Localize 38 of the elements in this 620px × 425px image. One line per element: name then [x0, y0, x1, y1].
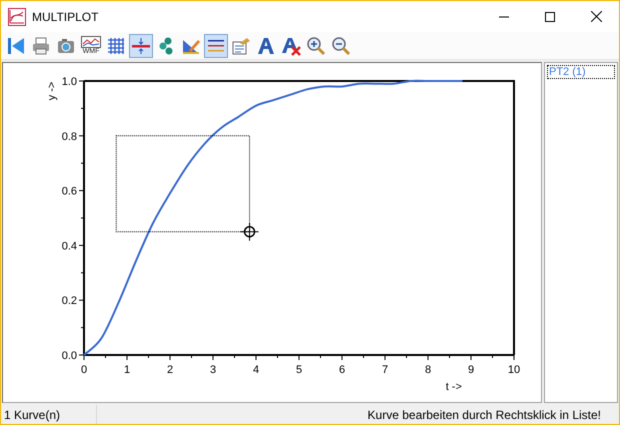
- window-title: MULTIPLOT: [32, 10, 100, 24]
- status-curve-count: 1 Kurve(n): [1, 405, 97, 424]
- properties-icon: [231, 36, 251, 56]
- x-tick-label: 5: [296, 364, 302, 376]
- curve-list-item[interactable]: PT2 (1): [547, 65, 615, 79]
- app-icon: [8, 8, 26, 26]
- x-tick-label: 3: [210, 364, 216, 376]
- y-tick-label: 0.8: [62, 130, 77, 143]
- y-tick-label: 0.4: [62, 240, 77, 252]
- x-axis-label: t ->: [446, 381, 462, 393]
- y-tick-label: 1.0: [62, 76, 77, 88]
- x-tick-label: 9: [468, 364, 474, 376]
- x-tick-label: 4: [252, 364, 260, 376]
- font-icon: [256, 36, 276, 56]
- close-icon: [590, 11, 602, 22]
- x-tick-label: 1: [124, 364, 130, 376]
- x-tick-label: 6: [338, 364, 346, 376]
- x-tick-label: 10: [508, 364, 520, 376]
- font-delete-icon: [281, 36, 301, 56]
- back-arrow-icon: [6, 36, 26, 56]
- x-tick-label: 0: [80, 364, 88, 376]
- toolbar-button[interactable]: [129, 34, 153, 58]
- zoom-out-icon: [331, 36, 351, 56]
- crosshair-icon: [131, 36, 151, 56]
- x-tick-label: 2: [166, 364, 174, 376]
- grid-icon: [107, 36, 125, 54]
- y-tick-label: 0.6: [62, 186, 77, 198]
- crosshair-cursor: [240, 222, 260, 242]
- maximize-icon: [545, 12, 555, 22]
- x-tick-label: 7: [382, 364, 388, 376]
- x-tick-label: 8: [424, 364, 432, 376]
- printer-icon: [31, 36, 51, 56]
- y-tick-label: 0.0: [62, 350, 77, 362]
- status-hint: Kurve bearbeiten durch Rechtsklick in Liste!: [366, 408, 602, 422]
- y-tick-label: 0.2: [62, 295, 77, 308]
- toolbar-button[interactable]: [204, 34, 228, 58]
- zoom-in-icon: [306, 36, 326, 56]
- y-axis-label: y ->: [46, 82, 58, 100]
